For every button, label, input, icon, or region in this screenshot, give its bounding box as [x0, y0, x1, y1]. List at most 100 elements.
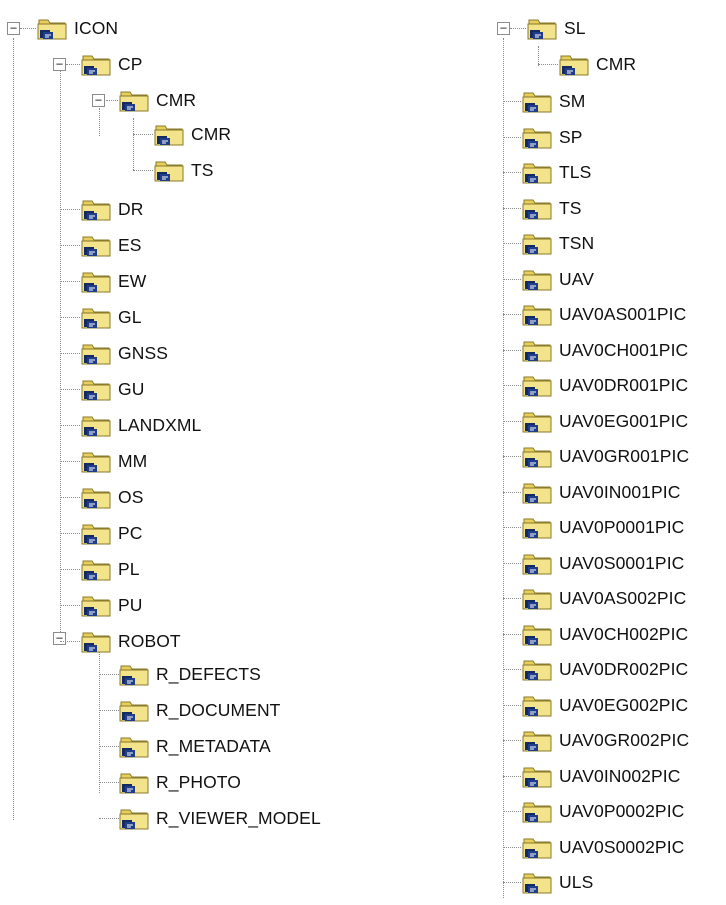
- folder-icon: [522, 873, 552, 894]
- folder-icon: [154, 125, 184, 146]
- tree-item-gnss[interactable]: GNSS: [80, 335, 168, 371]
- tree-item-uav0eg002pic[interactable]: UAV0EG002PIC: [521, 687, 688, 723]
- tree-item-label: CMR: [191, 123, 232, 144]
- tree-item-ts[interactable]: TS: [521, 190, 582, 226]
- tree-item-sp[interactable]: SP: [521, 119, 583, 155]
- collapse-toggle-icon[interactable]: −: [53, 58, 66, 71]
- tree-item-cp[interactable]: CP: [80, 46, 143, 82]
- tree-item-r-viewer-model[interactable]: R_VIEWER_MODEL: [118, 800, 321, 836]
- tree-item-sm[interactable]: SM: [521, 83, 585, 119]
- tree-connector: [60, 245, 80, 246]
- folder-icon: [522, 731, 552, 752]
- tree-item-uav0as002pic[interactable]: UAV0AS002PIC: [521, 580, 686, 616]
- tree-item-uav0ch001pic[interactable]: UAV0CH001PIC: [521, 332, 688, 368]
- folder-icon: [522, 92, 552, 113]
- tree-item-label: LANDXML: [118, 414, 202, 435]
- collapse-toggle-icon[interactable]: −: [53, 632, 66, 645]
- tree-item-label: PL: [118, 558, 140, 579]
- tree-connector: [503, 847, 521, 848]
- tree-item-label: EW: [118, 270, 147, 291]
- tree-item-uav0s0002pic[interactable]: UAV0S0002PIC: [521, 829, 684, 865]
- tree-item-uav0gr002pic[interactable]: UAV0GR002PIC: [521, 722, 689, 758]
- tree-connector: [60, 605, 80, 606]
- tree-item-uls[interactable]: ULS: [521, 864, 593, 900]
- tree-item-label: CMR: [156, 89, 197, 110]
- folder-icon: [522, 447, 552, 468]
- tree-item-label: R_PHOTO: [156, 771, 241, 792]
- tree-connector: [510, 28, 526, 29]
- tree-connector: [60, 389, 80, 390]
- tree-connector: [503, 172, 521, 173]
- tree-item-ew[interactable]: EW: [80, 263, 146, 299]
- folder-icon: [81, 272, 111, 293]
- tree-item-tls[interactable]: TLS: [521, 154, 591, 190]
- tree-item-label: UAV0P0001PIC: [559, 516, 685, 537]
- tree-item-uav0eg001pic[interactable]: UAV0EG001PIC: [521, 403, 688, 439]
- tree-item-uav0p0001pic[interactable]: UAV0P0001PIC: [521, 509, 684, 545]
- tree-connector: [60, 641, 80, 642]
- tree-item-uav0gr001pic[interactable]: UAV0GR001PIC: [521, 438, 689, 474]
- tree-item-r-document[interactable]: R_DOCUMENT: [118, 692, 280, 728]
- tree-item-landxml[interactable]: LANDXML: [80, 407, 201, 443]
- tree-item-r-metadata[interactable]: R_METADATA: [118, 728, 271, 764]
- tree-connector: [60, 317, 80, 318]
- tree-item-pc[interactable]: PC: [80, 515, 143, 551]
- tree-item-uav0in001pic[interactable]: UAV0IN001PIC: [521, 474, 681, 510]
- tree-connector: [66, 64, 80, 65]
- tree-item-uav0in002pic[interactable]: UAV0IN002PIC: [521, 758, 681, 794]
- tree-item-uav0dr001pic[interactable]: UAV0DR001PIC: [521, 367, 688, 403]
- tree-connector: [503, 492, 521, 493]
- collapse-toggle-icon[interactable]: −: [92, 94, 105, 107]
- tree-item-pl[interactable]: PL: [80, 551, 140, 587]
- tree-item-gl[interactable]: GL: [80, 299, 142, 335]
- tree-item-label: UAV0CH001PIC: [559, 339, 689, 360]
- tree-item-cmr[interactable]: CMR: [118, 82, 196, 118]
- tree-item-gu[interactable]: GU: [80, 371, 144, 407]
- tree-item-os[interactable]: OS: [80, 479, 144, 515]
- tree-item-uav0as001pic[interactable]: UAV0AS001PIC: [521, 296, 686, 332]
- tree-connector: [60, 425, 80, 426]
- tree-item-dr[interactable]: DR: [80, 191, 143, 227]
- tree-item-label: UAV0GR002PIC: [559, 729, 690, 750]
- tree-item-r-defects[interactable]: R_DEFECTS: [118, 656, 261, 692]
- tree-connector: [503, 38, 504, 898]
- tree-connector: [503, 776, 521, 777]
- tree-item-ts[interactable]: TS: [153, 152, 214, 188]
- tree-item-uav0ch002pic[interactable]: UAV0CH002PIC: [521, 616, 688, 652]
- tree-item-r-photo[interactable]: R_PHOTO: [118, 764, 241, 800]
- folder-icon: [81, 632, 111, 653]
- tree-item-icon[interactable]: ICON: [36, 10, 118, 46]
- tree-item-uav0p0002pic[interactable]: UAV0P0002PIC: [521, 793, 684, 829]
- collapse-toggle-icon[interactable]: −: [497, 22, 510, 35]
- collapse-toggle-icon[interactable]: −: [7, 22, 20, 35]
- tree-connector: [503, 385, 521, 386]
- tree-item-uav0dr002pic[interactable]: UAV0DR002PIC: [521, 651, 688, 687]
- tree-connector: [133, 118, 134, 170]
- tree-item-label: ROBOT: [118, 630, 181, 651]
- tree-item-mm[interactable]: MM: [80, 443, 147, 479]
- folder-icon: [81, 55, 111, 76]
- folder-icon: [119, 665, 149, 686]
- tree-item-cmr-sub[interactable]: CMR: [153, 116, 231, 152]
- tree-item-label: UAV0EG002PIC: [559, 694, 689, 715]
- folder-icon: [522, 412, 552, 433]
- tree-item-label: SP: [559, 126, 583, 147]
- tree-item-tsn[interactable]: TSN: [521, 225, 594, 261]
- tree-item-sl-cmr[interactable]: CMR: [558, 46, 636, 82]
- tree-item-uav[interactable]: UAV: [521, 261, 594, 297]
- tree-item-label: TSN: [559, 232, 595, 253]
- folder-icon: [81, 596, 111, 617]
- tree-item-pu[interactable]: PU: [80, 587, 143, 623]
- tree-connector: [503, 811, 521, 812]
- tree-connector: [60, 461, 80, 462]
- tree-item-es[interactable]: ES: [80, 227, 142, 263]
- tree-item-robot[interactable]: ROBOT: [80, 623, 181, 659]
- tree-item-label: UAV0AS001PIC: [559, 303, 687, 324]
- tree-item-sl[interactable]: SL: [526, 10, 586, 46]
- tree-connector: [99, 648, 100, 793]
- tree-connector: [503, 421, 521, 422]
- tree-item-label: R_DEFECTS: [156, 663, 261, 684]
- tree-connector: [538, 46, 539, 66]
- tree-item-label: UAV0S0001PIC: [559, 552, 685, 573]
- tree-item-uav0s0001pic[interactable]: UAV0S0001PIC: [521, 545, 684, 581]
